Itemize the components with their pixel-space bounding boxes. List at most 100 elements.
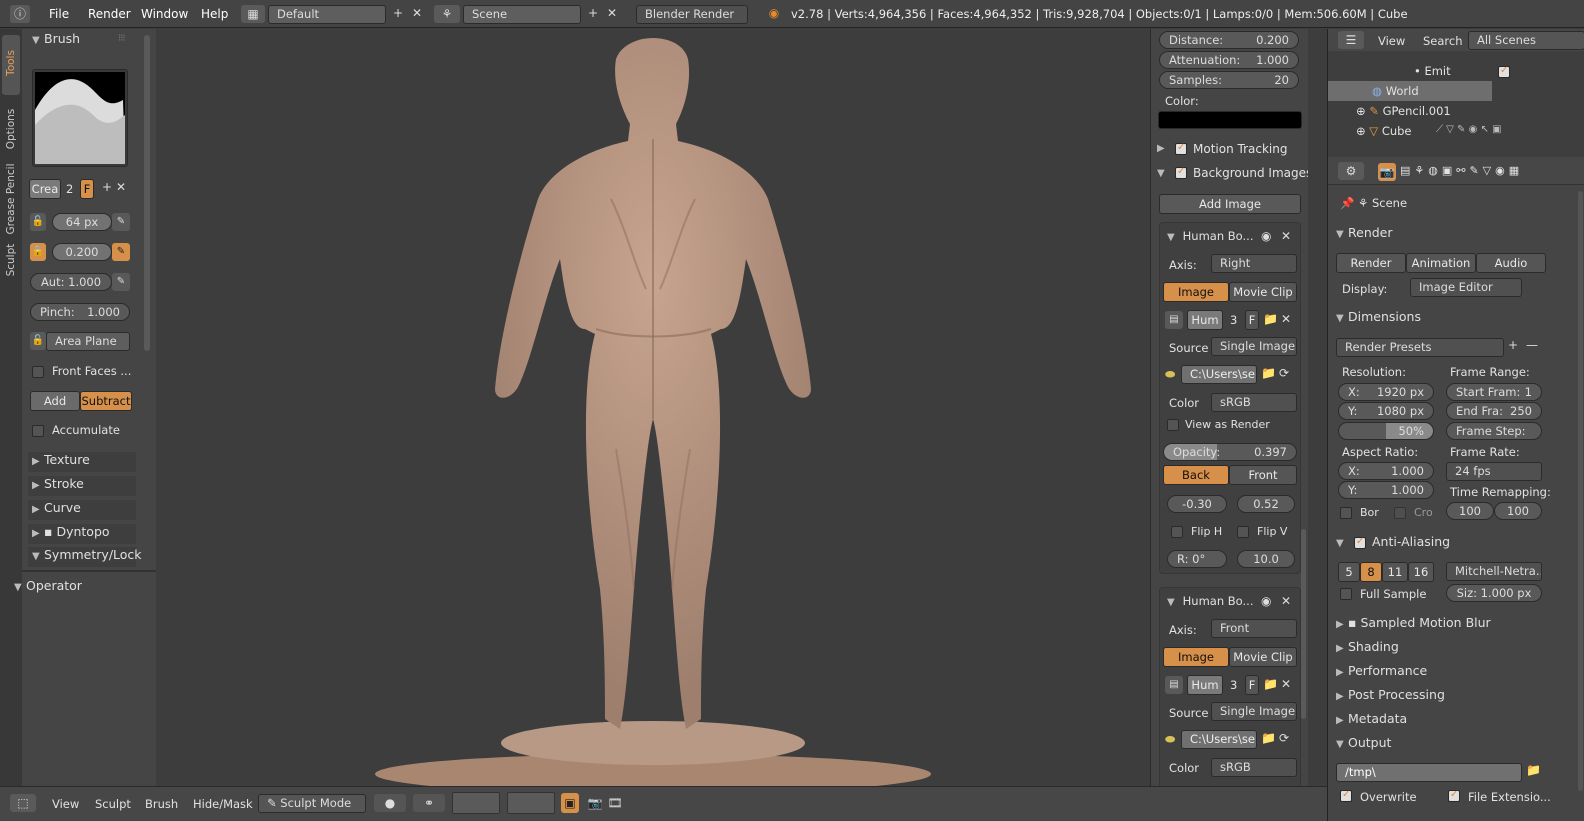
metadata-section[interactable]: ▶ Metadata	[1336, 711, 1407, 726]
shading-section[interactable]: ▶ Shading	[1336, 639, 1399, 654]
folder-icon-1[interactable]: 📁	[1263, 312, 1278, 326]
context-tab-icons[interactable]: ▤⚘◍▣⚯✎▽◉▦	[1400, 164, 1523, 177]
sculpt-plane-select[interactable]: Area Plane	[46, 332, 130, 351]
remap-new-field[interactable]: 100	[1494, 502, 1542, 520]
source-select-1[interactable]: Single Image	[1211, 337, 1297, 356]
animation-button[interactable]: Animation	[1406, 253, 1476, 273]
anti-aliasing-panel-header[interactable]: ▼	[1336, 534, 1348, 549]
outliner-world[interactable]: ◍ World	[1372, 84, 1419, 98]
brush-preview[interactable]	[32, 69, 128, 167]
add-image-button[interactable]: Add Image	[1159, 194, 1301, 214]
start-frame-field[interactable]: Start Fram: 1	[1446, 383, 1542, 401]
brush-panel-header[interactable]: ▼ Brush	[32, 31, 80, 46]
autosmooth-field[interactable]: Aut: 1.000	[30, 273, 112, 291]
tab-sculpt[interactable]: Sculpt	[2, 239, 20, 283]
aa-16-button[interactable]: 16	[1408, 562, 1434, 582]
view-as-render-checkbox-1[interactable]	[1167, 419, 1179, 431]
menu-render[interactable]: Render	[88, 0, 131, 28]
remap-old-field[interactable]: 100	[1446, 502, 1494, 520]
pressure-strength-icon[interactable]: ✎	[112, 243, 130, 261]
remove-preset-icon[interactable]: —	[1526, 338, 1538, 352]
lock-icon[interactable]: 🔓	[30, 213, 46, 231]
crop-checkbox[interactable]	[1394, 507, 1406, 519]
movie-clip-tab-1[interactable]: Movie Clip	[1229, 282, 1297, 302]
outliner-cube[interactable]: ⊕ ▽ Cube	[1356, 124, 1412, 138]
post-processing-section[interactable]: ▶ Post Processing	[1336, 687, 1445, 702]
file-extensions-checkbox[interactable]	[1448, 789, 1460, 802]
menu-help[interactable]: Help	[201, 0, 228, 28]
image-fake-user-1[interactable]: F	[1245, 310, 1259, 330]
render-anim-icon[interactable]: 🎞	[606, 793, 624, 813]
outliner-editor-icon[interactable]: ☰	[1338, 31, 1364, 49]
resolution-y-field[interactable]: Y: 1080 px	[1338, 402, 1434, 420]
reload-icon-1[interactable]: ⟳	[1279, 366, 1289, 380]
resolution-percent-slider[interactable]: 50%	[1338, 422, 1434, 440]
ao-attenuation-field[interactable]: Attenuation: 1.000	[1159, 51, 1299, 69]
ao-color-swatch[interactable]	[1158, 111, 1302, 129]
image-name-field-1[interactable]: Hum	[1187, 310, 1223, 330]
flip-h-checkbox-1[interactable]	[1171, 526, 1183, 538]
output-path-field[interactable]: /tmp\	[1336, 763, 1522, 782]
frame-rate-select[interactable]: 24 fps	[1446, 462, 1542, 481]
frame-step-field[interactable]: Frame Step:1	[1446, 422, 1542, 440]
render-engine-select[interactable]: Blender Render	[636, 5, 748, 24]
colorspace-select-2[interactable]: sRGB	[1211, 758, 1297, 777]
render-panel-header[interactable]: ▼ Render	[1336, 225, 1393, 240]
filepath-browse-icon-1[interactable]: 📁	[1261, 366, 1276, 380]
layers-grid[interactable]	[452, 792, 500, 814]
strength-field[interactable]: 0.200	[52, 243, 112, 261]
ao-distance-field[interactable]: Distance: 0.200	[1159, 31, 1299, 49]
front-tab-1[interactable]: Front	[1229, 465, 1297, 485]
overwrite-checkbox[interactable]	[1340, 789, 1352, 802]
filepath-field-2[interactable]: C:\Users\se...	[1181, 730, 1257, 749]
symmetry-section[interactable]: ▼ Symmetry/Lock	[28, 547, 142, 567]
add-layout-icon[interactable]: +	[391, 6, 405, 20]
cube-restrict-icons[interactable]: ⟋ ▽ ✎ ◉ ↖ ▣	[1436, 124, 1502, 135]
aa-filter-select[interactable]: Mitchell-Netra...	[1446, 562, 1542, 581]
emit-checkbox[interactable]	[1498, 65, 1510, 78]
performance-section[interactable]: ▶ Performance	[1336, 663, 1427, 678]
menu-view[interactable]: View	[52, 797, 79, 811]
scrollbar[interactable]	[144, 35, 150, 351]
image-fake-user-2[interactable]: F	[1245, 675, 1259, 695]
anti-aliasing-checkbox[interactable]	[1354, 536, 1366, 549]
props-editor-icon[interactable]: ⚙	[1338, 162, 1364, 180]
grip-icon[interactable]: ⁝⁝⁝	[118, 33, 125, 44]
ao-samples-field[interactable]: Samples: 20	[1159, 71, 1299, 89]
lock-camera-icon[interactable]: ▣	[561, 793, 579, 813]
menu-sculpt[interactable]: Sculpt	[95, 797, 131, 811]
aa-11-button[interactable]: 11	[1382, 562, 1408, 582]
bg-image-2-remove-icon[interactable]: ✕	[1281, 594, 1291, 608]
bg-image-2-visible-icon[interactable]: ◉	[1261, 594, 1271, 608]
curve-section[interactable]: ▶ Curve	[28, 500, 136, 520]
pivot-icon[interactable]: ⚭	[413, 794, 445, 812]
image-name-field-2[interactable]: Hum	[1187, 675, 1223, 695]
size-field-1[interactable]: 10.0	[1237, 550, 1295, 568]
dimensions-panel-header[interactable]: ▼ Dimensions	[1336, 309, 1421, 324]
props-scrollbar[interactable]	[1578, 191, 1583, 791]
colorspace-select-1[interactable]: sRGB	[1211, 393, 1297, 412]
add-scene-icon[interactable]: +	[586, 6, 600, 20]
full-sample-checkbox[interactable]	[1340, 588, 1352, 600]
reload-icon-2[interactable]: ⟳	[1279, 731, 1289, 745]
subtract-direction-button[interactable]: Subtract	[80, 391, 132, 411]
filepath-field-1[interactable]: C:\Users\se...	[1181, 365, 1257, 384]
texture-section[interactable]: ▶ Texture	[28, 452, 136, 472]
shading-icon[interactable]: ●	[374, 794, 406, 812]
screen-layout-field[interactable]: Default	[268, 5, 386, 24]
remove-brush-icon[interactable]: ✕	[116, 180, 126, 194]
menu-window[interactable]: Window	[141, 0, 188, 28]
bg-image-2-header[interactable]: ▼ Human Bo...	[1167, 594, 1253, 608]
render-button[interactable]: Render	[1336, 253, 1406, 273]
tab-grease-pencil[interactable]: Grease Pencil	[2, 159, 20, 239]
unlink-icon-1[interactable]: ✕	[1281, 312, 1291, 326]
menu-file[interactable]: File	[49, 0, 69, 28]
filter-size-field[interactable]: Siz: 1.000 px	[1446, 584, 1542, 602]
outliner-search-menu[interactable]: Search	[1423, 34, 1463, 48]
tab-options[interactable]: Options	[2, 101, 20, 159]
axis-select-1[interactable]: Right	[1211, 254, 1297, 273]
fake-user-button[interactable]: F	[80, 179, 94, 199]
bg-image-1-visible-icon[interactable]: ◉	[1261, 229, 1271, 243]
layout-grid-icon[interactable]: ▦	[241, 5, 265, 23]
end-frame-field[interactable]: End Fra: 250	[1446, 402, 1542, 420]
